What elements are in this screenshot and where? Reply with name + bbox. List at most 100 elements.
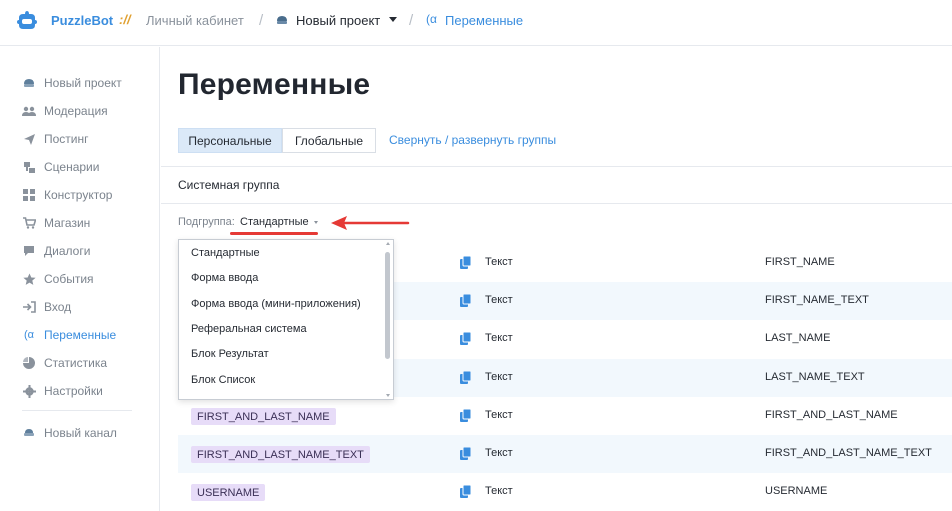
sidebar-item-constructor[interactable]: Конструктор bbox=[22, 186, 112, 204]
login-icon bbox=[22, 300, 36, 314]
variables-icon: (α bbox=[426, 12, 437, 26]
table-row[interactable]: USERNAME Текст USERNAME bbox=[178, 473, 952, 511]
project-icon bbox=[277, 16, 287, 24]
tab-personal[interactable]: Персональные bbox=[178, 128, 282, 153]
chevron-down-icon[interactable] bbox=[389, 17, 397, 22]
copy-icon[interactable] bbox=[460, 409, 472, 422]
sidebar-item-label: Переменные bbox=[44, 328, 117, 342]
sidebar-item-variables[interactable]: (α Переменные bbox=[22, 326, 116, 344]
dropdown-option[interactable]: Реферальная система bbox=[191, 323, 307, 335]
sidebar-item-project[interactable]: Новый проект bbox=[22, 74, 122, 92]
variable-name-badge[interactable]: FIRST_AND_LAST_NAME bbox=[191, 408, 336, 425]
copy-icon[interactable] bbox=[460, 447, 472, 460]
variable-code: LAST_NAME_TEXT bbox=[765, 371, 865, 383]
toggle-groups-link[interactable]: Свернуть / развернуть группы bbox=[389, 133, 556, 147]
sidebar-item-label: Сценарии bbox=[44, 160, 100, 174]
chart-icon bbox=[22, 356, 36, 370]
sidebar-item-label: Постинг bbox=[44, 132, 89, 146]
subgroup-dropdown[interactable]: Стандартные Форма ввода Форма ввода (мин… bbox=[178, 239, 394, 400]
dropdown-option[interactable]: Блок Список bbox=[191, 374, 255, 386]
copy-icon[interactable] bbox=[460, 485, 472, 498]
sidebar-item-label: Новый канал bbox=[44, 426, 117, 440]
sidebar-item-label: Конструктор bbox=[44, 188, 113, 202]
breadcrumb-separator: / bbox=[409, 12, 414, 29]
annotation-arrow-icon bbox=[331, 216, 410, 230]
variable-type: Текст bbox=[485, 256, 513, 268]
dropdown-option[interactable]: Стандартные bbox=[191, 247, 260, 259]
variable-code: FIRST_NAME_TEXT bbox=[765, 294, 869, 306]
sidebar-item-statistics[interactable]: Статистика bbox=[22, 354, 107, 372]
sidebar-item-label: Магазин bbox=[44, 216, 91, 230]
sidebar-item-label: Статистика bbox=[44, 356, 108, 370]
variable-code: FIRST_AND_LAST_NAME_TEXT bbox=[765, 447, 932, 459]
dropdown-option[interactable]: Форма ввода bbox=[191, 272, 258, 284]
dropdown-option[interactable]: Форма ввода (мини-приложения) bbox=[191, 298, 361, 310]
variable-code: USERNAME bbox=[765, 485, 828, 497]
sidebar-item-moderation[interactable]: Модерация bbox=[22, 102, 108, 120]
scroll-up-icon[interactable] bbox=[386, 242, 390, 245]
variable-type: Текст bbox=[485, 409, 513, 421]
brand-name[interactable]: PuzzleBot bbox=[51, 13, 113, 28]
subgroup-label: Подгруппа: bbox=[178, 216, 235, 228]
sidebar-item-scenarios[interactable]: Сценарии bbox=[22, 158, 99, 176]
copy-icon[interactable] bbox=[460, 256, 472, 269]
scroll-down-icon[interactable] bbox=[386, 394, 390, 397]
copy-icon[interactable] bbox=[460, 371, 472, 384]
divider bbox=[161, 203, 952, 204]
variable-type: Текст bbox=[485, 485, 513, 497]
variable-code: FIRST_AND_LAST_NAME bbox=[765, 409, 898, 421]
tab-global[interactable]: Глобальные bbox=[282, 128, 376, 153]
puzzlebot-logo-icon[interactable] bbox=[16, 9, 38, 31]
sidebar-item-login[interactable]: Вход bbox=[22, 298, 71, 316]
star-icon bbox=[22, 272, 36, 286]
sidebar-item-label: События bbox=[44, 272, 94, 286]
variable-code: FIRST_NAME bbox=[765, 256, 835, 268]
variable-type: Текст bbox=[485, 332, 513, 344]
brand-separator: :// bbox=[119, 12, 131, 27]
grid-icon bbox=[22, 188, 36, 202]
top-bar: PuzzleBot :// Личный кабинет / Новый про… bbox=[0, 0, 952, 46]
sidebar-item-settings[interactable]: Настройки bbox=[22, 382, 103, 400]
page-title: Переменные bbox=[178, 68, 371, 101]
copy-icon[interactable] bbox=[460, 332, 472, 345]
channel-icon bbox=[22, 426, 36, 440]
sidebar-item-events[interactable]: События bbox=[22, 270, 94, 288]
sidebar-item-label: Модерация bbox=[44, 104, 108, 118]
breadcrumb-variables[interactable]: Переменные bbox=[445, 13, 523, 28]
variable-code: LAST_NAME bbox=[765, 332, 831, 344]
dropdown-scrollbar[interactable] bbox=[385, 252, 390, 359]
variable-type: Текст bbox=[485, 447, 513, 459]
table-row[interactable]: FIRST_AND_LAST_NAME Текст FIRST_AND_LAST… bbox=[178, 397, 952, 435]
chevron-down-icon[interactable] bbox=[314, 221, 318, 224]
variable-type: Текст bbox=[485, 371, 513, 383]
annotation-underline bbox=[230, 232, 318, 235]
users-icon bbox=[22, 104, 36, 118]
sidebar-divider bbox=[22, 410, 132, 411]
breadcrumb-project[interactable]: Новый проект bbox=[296, 13, 380, 28]
sidebar-item-dialogs[interactable]: Диалоги bbox=[22, 242, 90, 260]
copy-icon[interactable] bbox=[460, 294, 472, 307]
sidebar-item-posting[interactable]: Постинг bbox=[22, 130, 89, 148]
sidebar-item-shop[interactable]: Магазин bbox=[22, 214, 90, 232]
chat-icon bbox=[22, 244, 36, 258]
sidebar-item-label: Настройки bbox=[44, 384, 103, 398]
cart-icon bbox=[22, 216, 36, 230]
sidebar: Новый проект Модерация Постинг Сценарии … bbox=[0, 47, 160, 511]
gear-icon bbox=[22, 384, 36, 398]
variable-name-badge[interactable]: USERNAME bbox=[191, 484, 266, 501]
breadcrumb-cabinet[interactable]: Личный кабинет bbox=[146, 13, 244, 28]
breadcrumb-separator: / bbox=[259, 12, 264, 29]
sidebar-item-label: Вход bbox=[44, 300, 72, 314]
subgroup-select[interactable]: Стандартные bbox=[240, 216, 309, 228]
sidebar-item-label: Диалоги bbox=[44, 244, 91, 258]
divider bbox=[161, 166, 952, 167]
sidebar-new-channel[interactable]: Новый канал bbox=[22, 424, 117, 442]
system-group-title[interactable]: Системная группа bbox=[178, 178, 279, 192]
dropdown-option[interactable]: Блок Результат bbox=[191, 348, 269, 360]
variable-name-badge[interactable]: FIRST_AND_LAST_NAME_TEXT bbox=[191, 446, 370, 463]
scenario-icon bbox=[22, 160, 36, 174]
variable-type: Текст bbox=[485, 294, 513, 306]
sidebar-item-label: Новый проект bbox=[44, 76, 122, 90]
table-row[interactable]: FIRST_AND_LAST_NAME_TEXT Текст FIRST_AND… bbox=[178, 435, 952, 473]
send-icon bbox=[22, 132, 36, 146]
